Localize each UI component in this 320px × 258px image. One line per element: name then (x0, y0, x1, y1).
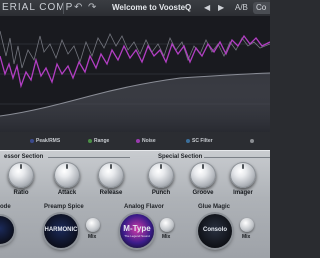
glue-mix-label: Mix (242, 234, 251, 240)
headphone-icon[interactable] (250, 139, 254, 143)
mtype-badge[interactable]: M-Type The Legend Sound (120, 214, 154, 248)
groove-label: Groove (192, 190, 214, 196)
ratio-knob[interactable] (8, 162, 34, 188)
attack-label: Attack (57, 190, 77, 196)
analyzer-fill (0, 73, 270, 132)
spectrum-analyzer[interactable] (0, 16, 270, 132)
noise-label[interactable]: Noise (142, 138, 156, 144)
ratio-label: Ratio (13, 190, 29, 196)
redo-icon[interactable]: ↷ (88, 2, 96, 13)
sc-filter-dot-icon (186, 139, 190, 143)
noise-dot-icon (136, 139, 140, 143)
analog-mix-knob[interactable] (160, 218, 174, 232)
input-waveform (0, 30, 270, 69)
mtype-text: M-Type (123, 224, 151, 233)
compressor-section-label: essor Section (4, 154, 44, 160)
next-preset-icon[interactable]: ▶ (218, 3, 224, 12)
special-section-label: Special Section (158, 154, 203, 160)
consolo-badge[interactable]: Consolo (198, 214, 232, 248)
analyzer-graph (0, 30, 270, 132)
mode-badge[interactable] (0, 216, 14, 244)
punch-knob[interactable] (148, 162, 174, 188)
imager-label: Imager (233, 190, 253, 196)
preamp-spice-label: Preamp Spice (44, 204, 84, 210)
attack-knob[interactable] (54, 162, 80, 188)
previous-preset-icon[interactable]: ◀ (204, 3, 210, 12)
special-section-line (204, 157, 270, 158)
glue-magic-label: Glue Magic (198, 204, 231, 210)
sc-filter-label[interactable]: SC Filter (192, 138, 213, 144)
preamp-mix-knob[interactable] (86, 218, 100, 232)
groove-knob[interactable] (190, 162, 216, 188)
range-label[interactable]: Range (94, 138, 109, 144)
release-label: Release (99, 190, 123, 196)
consolo-text: Consolo (203, 227, 227, 233)
mtype-subtext: The Legend Sound (124, 234, 150, 238)
analog-flavor-label: Analog Flavor (124, 204, 165, 210)
preamp-mix-label: Mix (88, 234, 97, 240)
punch-label: Punch (151, 190, 171, 196)
range-dot-icon (88, 139, 92, 143)
copy-button[interactable]: Co (253, 2, 270, 14)
title-divider (63, 2, 64, 14)
top-bar: ERIAL COMP ↶ ↷ Welcome to VoosteQ ◀ ▶ A/… (0, 0, 270, 17)
plugin-window: ERIAL COMP ↶ ↷ Welcome to VoosteQ ◀ ▶ A/… (0, 0, 270, 258)
ab-compare-button[interactable]: A/B (235, 3, 248, 12)
panel-top-edge (0, 150, 270, 151)
compressor-section-line (48, 157, 130, 158)
meter-bar: Peak/RMS Range Noise SC Filter (0, 132, 270, 150)
harmonic-text: HARMONIC (44, 227, 78, 233)
imager-knob[interactable] (230, 162, 256, 188)
undo-icon[interactable]: ↶ (74, 2, 82, 13)
preset-name[interactable]: Welcome to VoosteQ (112, 3, 191, 12)
peak-rms-label[interactable]: Peak/RMS (36, 138, 60, 144)
control-panel: essor Section Special Section Ratio Atta… (0, 150, 270, 258)
release-knob[interactable] (98, 162, 124, 188)
peak-rms-dot-icon (30, 139, 34, 143)
mode-label: ode (0, 204, 11, 210)
harmonic-badge[interactable]: HARMONIC (44, 214, 78, 248)
glue-mix-knob[interactable] (240, 218, 254, 232)
analog-mix-label: Mix (162, 234, 171, 240)
